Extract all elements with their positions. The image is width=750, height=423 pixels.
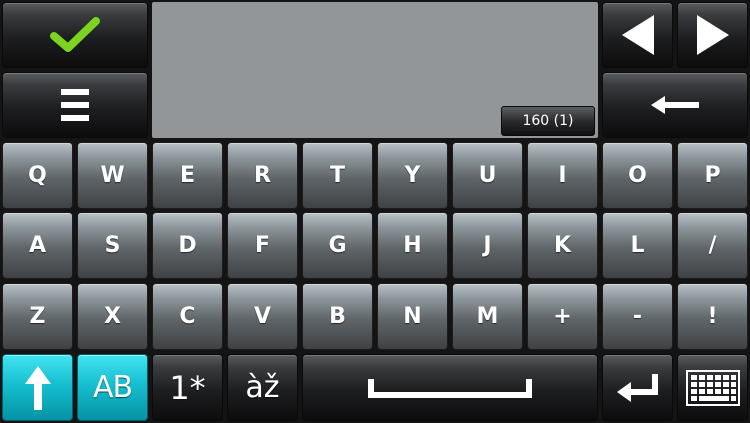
- key-w[interactable]: W: [77, 142, 148, 209]
- numbers-symbols-button[interactable]: 1*: [152, 354, 223, 421]
- cursor-right-button[interactable]: [677, 2, 748, 68]
- key-i[interactable]: I: [527, 142, 598, 209]
- key-x[interactable]: X: [77, 283, 148, 350]
- case-mode-button[interactable]: AB: [77, 354, 148, 421]
- arrow-left-icon: [621, 15, 654, 55]
- menu-button[interactable]: [2, 72, 148, 138]
- arrow-right-icon: [696, 15, 729, 55]
- character-counter: 160 (1): [501, 106, 595, 136]
- menu-icon: [61, 89, 89, 121]
- key-n[interactable]: N: [377, 283, 448, 350]
- enter-icon: [616, 373, 658, 402]
- key-p[interactable]: P: [677, 142, 748, 209]
- key-t[interactable]: T: [302, 142, 373, 209]
- key-b[interactable]: B: [302, 283, 373, 350]
- key-plus[interactable]: +: [527, 283, 598, 350]
- key-f[interactable]: F: [227, 212, 298, 279]
- keyboard-icon: [685, 369, 740, 406]
- key-slash[interactable]: /: [677, 212, 748, 279]
- key-z[interactable]: Z: [2, 283, 73, 350]
- check-icon: [50, 17, 100, 52]
- key-exclamation[interactable]: !: [677, 283, 748, 350]
- key-m[interactable]: M: [452, 283, 523, 350]
- key-a[interactable]: A: [2, 212, 73, 279]
- cursor-left-button[interactable]: [602, 2, 673, 68]
- key-q[interactable]: Q: [2, 142, 73, 209]
- shift-button[interactable]: [2, 354, 73, 421]
- text-input-area[interactable]: 160 (1): [152, 2, 598, 138]
- key-k[interactable]: K: [527, 212, 598, 279]
- key-y[interactable]: Y: [377, 142, 448, 209]
- key-d[interactable]: D: [152, 212, 223, 279]
- backspace-icon: [651, 96, 699, 114]
- key-g[interactable]: G: [302, 212, 373, 279]
- space-icon: [368, 378, 532, 398]
- shift-icon: [24, 365, 51, 410]
- ok-button[interactable]: [2, 2, 148, 68]
- virtual-keyboard: 160 (1) Q W E R T Y U I O P A S D F G H …: [0, 0, 750, 423]
- key-c[interactable]: C: [152, 283, 223, 350]
- key-minus[interactable]: -: [602, 283, 673, 350]
- key-h[interactable]: H: [377, 212, 448, 279]
- key-e[interactable]: E: [152, 142, 223, 209]
- key-l[interactable]: L: [602, 212, 673, 279]
- key-v[interactable]: V: [227, 283, 298, 350]
- space-button[interactable]: [302, 354, 598, 421]
- key-o[interactable]: O: [602, 142, 673, 209]
- key-s[interactable]: S: [77, 212, 148, 279]
- accented-chars-button[interactable]: àž: [227, 354, 298, 421]
- key-j[interactable]: J: [452, 212, 523, 279]
- key-u[interactable]: U: [452, 142, 523, 209]
- key-r[interactable]: R: [227, 142, 298, 209]
- keyboard-layout-button[interactable]: [677, 354, 748, 421]
- backspace-button[interactable]: [602, 72, 748, 138]
- enter-button[interactable]: [602, 354, 673, 421]
